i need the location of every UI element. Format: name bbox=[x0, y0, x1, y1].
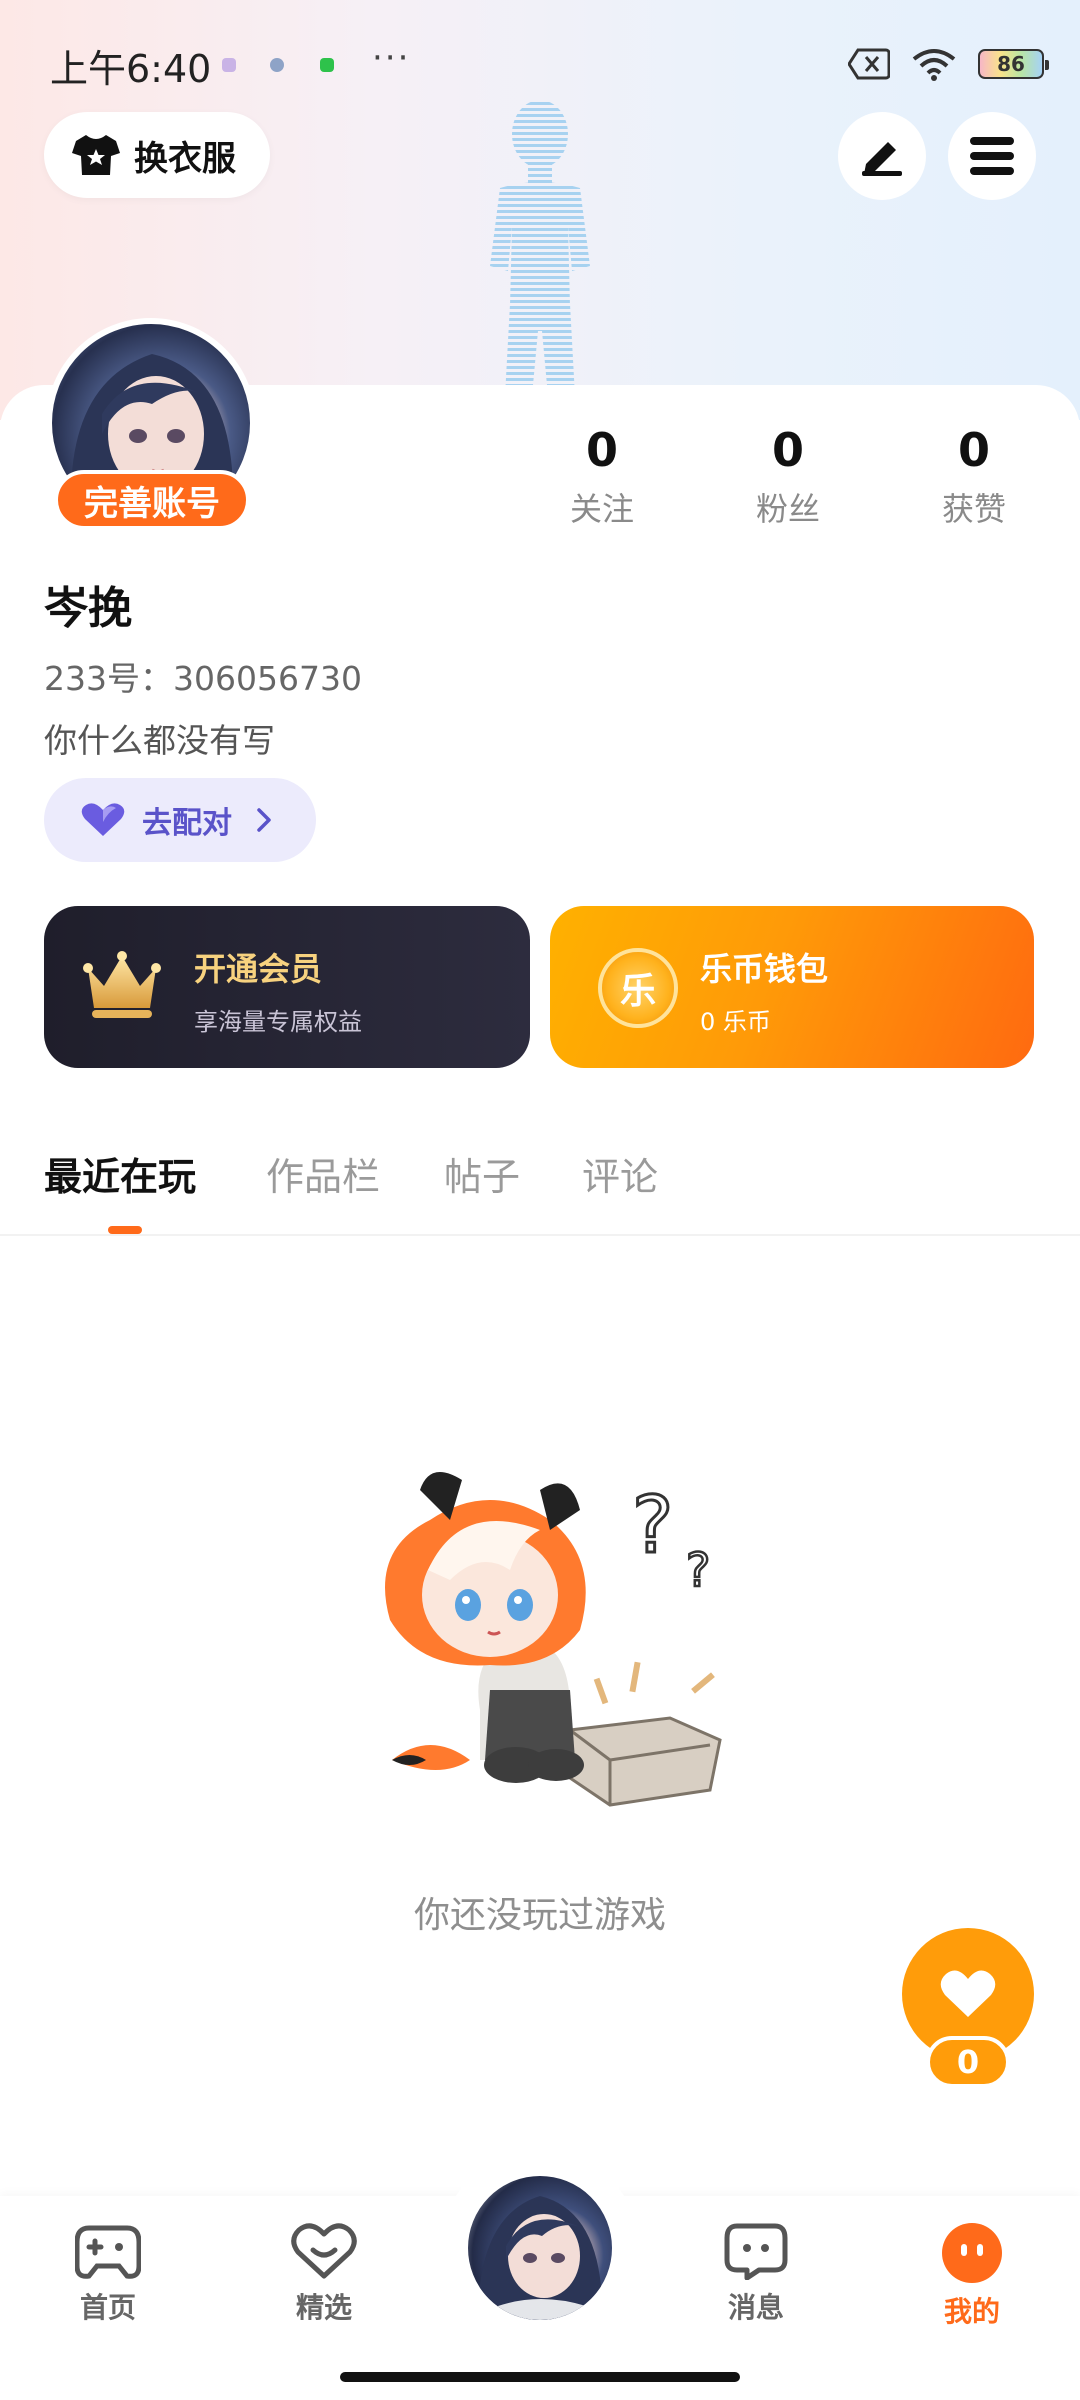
chevron-right-icon bbox=[257, 808, 271, 832]
following-count: 0 bbox=[585, 423, 618, 477]
tab-posts[interactable]: 帖子 bbox=[444, 1146, 520, 1201]
notification-icon bbox=[270, 58, 284, 72]
empty-state-illustration: ? ? bbox=[385, 1472, 722, 1807]
vip-membership-card[interactable]: 开通会员 享海量专属权益 bbox=[44, 906, 530, 1068]
nav-center-avatar[interactable] bbox=[462, 2170, 618, 2326]
change-outfit-label: 换衣服 bbox=[134, 138, 236, 179]
active-tab-indicator bbox=[108, 1226, 142, 1234]
crown-icon bbox=[83, 951, 161, 1018]
empty-state-text: 你还没玩过游戏 bbox=[413, 1895, 666, 1936]
pen-icon bbox=[862, 142, 902, 176]
fans-count: 0 bbox=[771, 423, 804, 477]
user-bio: 你什么都没有写 bbox=[44, 721, 275, 760]
chat-icon bbox=[724, 2223, 788, 2280]
nav-messages-label: 消息 bbox=[727, 2291, 784, 2324]
avatar-hologram-figure bbox=[490, 100, 590, 396]
stat-following[interactable]: 0 关注 bbox=[532, 420, 672, 530]
nav-home-label: 首页 bbox=[79, 2291, 136, 2324]
wechat-notification-icon bbox=[320, 58, 334, 72]
stat-likes[interactable]: 0 获赞 bbox=[904, 420, 1044, 530]
center-avatar-image bbox=[478, 2196, 603, 2320]
coin-glyph: 乐 bbox=[619, 971, 656, 1012]
nav-home[interactable]: 首页 bbox=[38, 2222, 178, 2326]
status-icons: 86 bbox=[848, 44, 1049, 84]
go-match-label: 去配对 bbox=[142, 806, 232, 841]
shirt-icon bbox=[72, 135, 120, 175]
nav-messages[interactable]: 消息 bbox=[686, 2222, 826, 2326]
username: 岑挽 bbox=[44, 583, 132, 634]
heart-outline-icon bbox=[291, 2223, 357, 2279]
vip-subtitle: 享海量专属权益 bbox=[194, 1008, 362, 1036]
change-outfit-button[interactable]: 换衣服 bbox=[44, 112, 270, 198]
wallet-title: 乐币钱包 bbox=[700, 950, 829, 988]
face-icon bbox=[942, 2223, 1002, 2283]
coin-icon: 乐 bbox=[598, 948, 678, 1028]
likes-count: 0 bbox=[957, 423, 990, 477]
battery-icon: 86 bbox=[978, 49, 1049, 79]
menu-icon bbox=[970, 137, 1014, 175]
heart-icon bbox=[940, 1970, 996, 2017]
tab-comments[interactable]: 评论 bbox=[582, 1146, 658, 1201]
svg-text:?: ? bbox=[686, 1543, 710, 1597]
tab-works[interactable]: 作品栏 bbox=[266, 1146, 380, 1201]
like-count-badge: 0 bbox=[926, 2036, 1010, 2088]
status-time: 上午6:40 bbox=[50, 47, 212, 91]
nav-mine-label: 我的 bbox=[943, 2295, 1000, 2328]
wallet-balance: 0 乐币 bbox=[700, 1008, 771, 1036]
nav-featured-label: 精选 bbox=[295, 2291, 352, 2324]
edit-profile-button[interactable] bbox=[838, 112, 926, 200]
heart-icon bbox=[81, 803, 125, 836]
stat-fans[interactable]: 0 粉丝 bbox=[718, 420, 858, 530]
coin-wallet-card[interactable]: 乐 乐币钱包 0 乐币 bbox=[550, 906, 1034, 1068]
likes-label: 获赞 bbox=[941, 490, 1006, 528]
tab-divider bbox=[0, 1234, 1080, 1236]
data-off-icon bbox=[848, 48, 890, 80]
user-id: 233号：306056730 bbox=[44, 659, 362, 698]
fans-label: 粉丝 bbox=[755, 490, 820, 528]
notification-icon bbox=[222, 58, 236, 72]
nav-mine[interactable]: 我的 bbox=[902, 2222, 1042, 2330]
gamepad-icon bbox=[75, 2225, 141, 2279]
go-match-button[interactable]: 去配对 bbox=[44, 778, 316, 862]
vip-title: 开通会员 bbox=[194, 950, 323, 988]
menu-button[interactable] bbox=[948, 112, 1036, 200]
complete-account-badge[interactable]: 完善账号 bbox=[54, 470, 250, 530]
svg-text:?: ? bbox=[632, 1481, 673, 1571]
nav-featured[interactable]: 精选 bbox=[254, 2222, 394, 2326]
more-notifications-icon: ··· bbox=[372, 38, 411, 78]
tab-recently-played[interactable]: 最近在玩 bbox=[44, 1146, 196, 1201]
home-indicator bbox=[340, 2372, 740, 2382]
following-label: 关注 bbox=[569, 490, 634, 528]
status-bar: 上午6:40 ··· 86 bbox=[0, 0, 1080, 120]
wifi-icon bbox=[912, 49, 956, 81]
